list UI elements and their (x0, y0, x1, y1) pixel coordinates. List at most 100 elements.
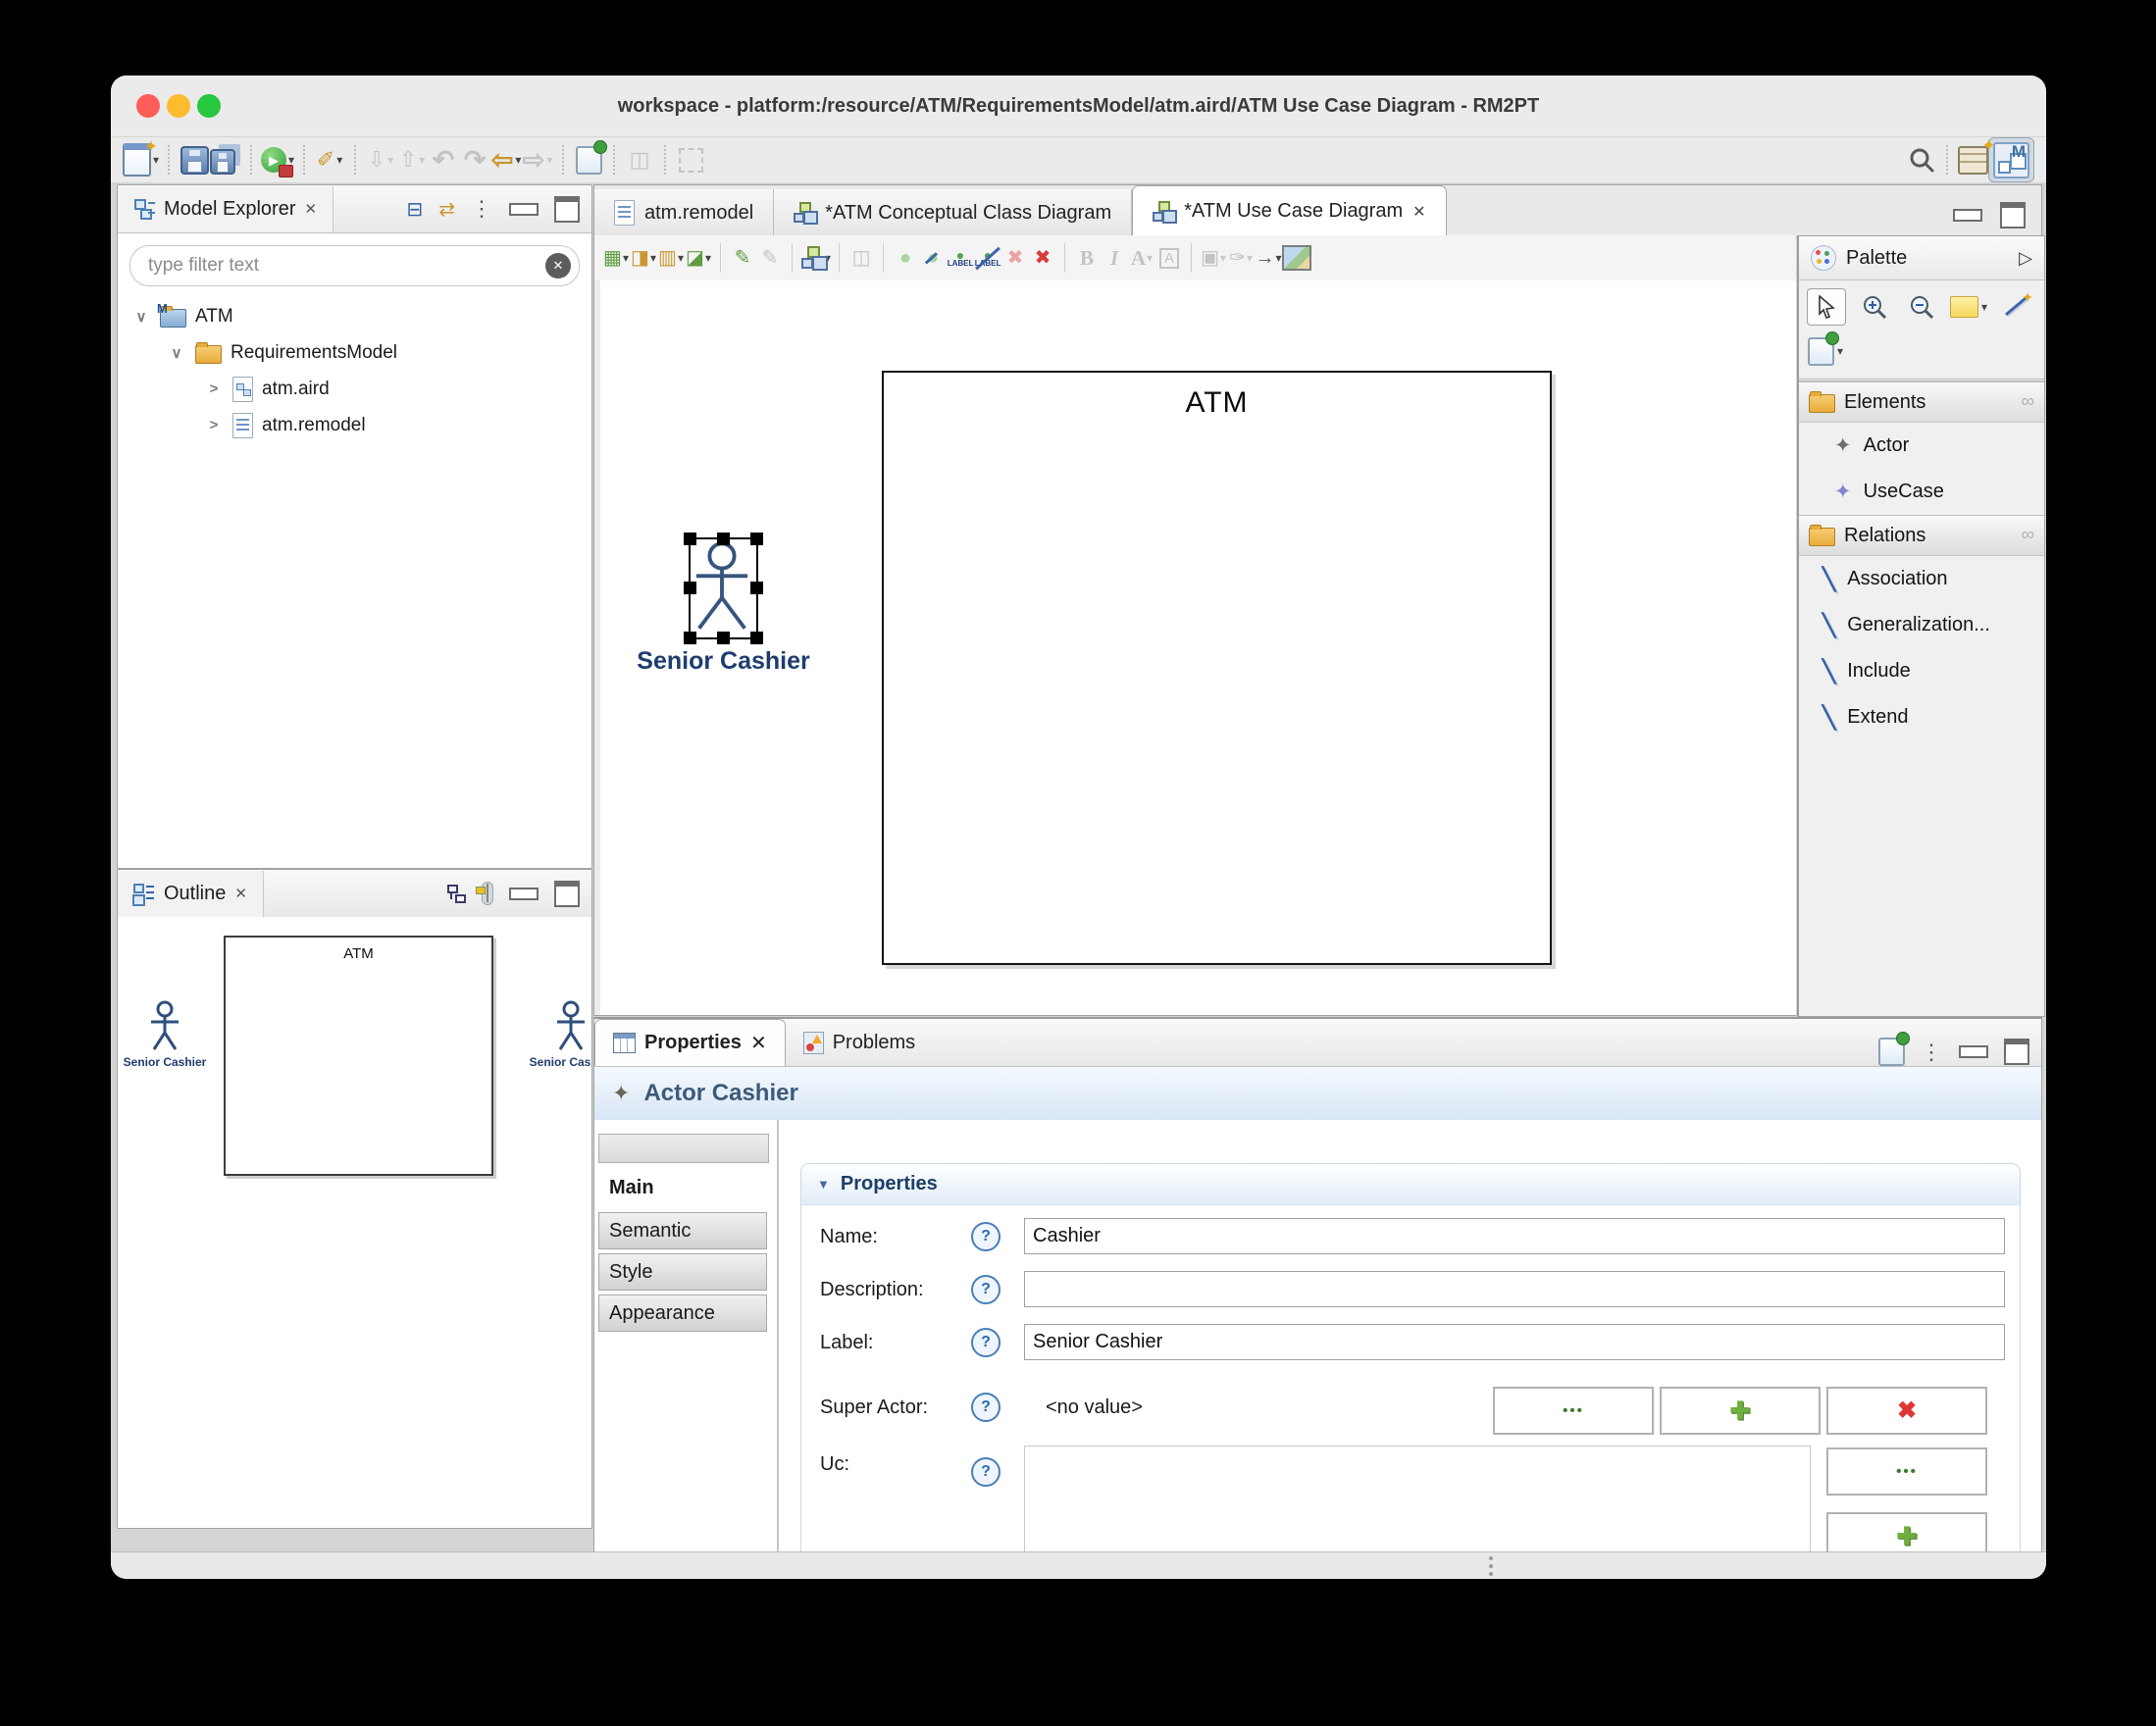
delete-from-model-button[interactable]: ✖ (1029, 239, 1056, 277)
maximize-view-icon[interactable] (2004, 1039, 2029, 1065)
help-icon[interactable]: ? (971, 1222, 1001, 1251)
selection-handle[interactable] (717, 533, 730, 545)
selection-handle[interactable] (750, 533, 763, 545)
distribute-button[interactable]: ▥ ▾ (657, 239, 685, 277)
pin-view-icon[interactable] (1878, 1032, 1910, 1066)
side-tab-appearance[interactable]: Appearance (598, 1294, 767, 1332)
zoom-in-tool[interactable] (1856, 289, 1893, 325)
properties-section-header[interactable]: ▼ Properties (801, 1164, 2020, 1205)
palette-item-usecase[interactable]: ✦ UseCase (1799, 469, 2044, 515)
drawer-elements[interactable]: Elements ∞ (1799, 381, 2044, 423)
help-icon[interactable]: ? (971, 1457, 1001, 1487)
minimize-view-icon[interactable] (509, 202, 539, 216)
tree-item-aird[interactable]: > atm.aird (118, 371, 591, 407)
open-perspective-button[interactable]: ✦ (1957, 136, 1996, 179)
system-boundary-atm[interactable]: ATM (882, 371, 1552, 965)
actor-senior-cashier[interactable]: Senior Cashier (637, 533, 810, 675)
collapse-triangle-icon[interactable]: ▼ (817, 1177, 830, 1192)
search-button[interactable] (1906, 140, 1937, 179)
tab-outline[interactable]: Outline ✕ (118, 870, 264, 917)
selection-handle[interactable] (684, 582, 696, 594)
drawer-pin-icon[interactable]: ∞ (2021, 525, 2034, 546)
diagram-canvas[interactable]: ATM Senior Cashier (594, 280, 1796, 1015)
palette-item-include[interactable]: ╲ Include (1799, 648, 2044, 694)
side-tab-style[interactable]: Style (598, 1253, 767, 1291)
selection-handle[interactable] (684, 533, 696, 545)
description-field[interactable] (1024, 1271, 2005, 1307)
tree-item-remodel[interactable]: > atm.remodel (118, 407, 591, 443)
filter-input[interactable] (146, 254, 545, 278)
close-view-icon[interactable]: ✕ (305, 200, 318, 218)
side-tab-main[interactable]: Main (598, 1169, 767, 1206)
super-actor-add-button[interactable]: ✚ (1660, 1387, 1821, 1435)
minimize-editor-icon[interactable] (1953, 209, 1982, 222)
super-actor-remove-button[interactable]: ✖ (1826, 1387, 1987, 1435)
minimize-window-button[interactable] (167, 94, 190, 118)
close-window-button[interactable] (136, 94, 160, 118)
select-tool[interactable] (1807, 288, 1846, 326)
tree-item-project[interactable]: ∨ M ATM (118, 298, 591, 334)
sketch-marker-button[interactable]: ✐ ▾ (314, 140, 345, 179)
modeling-perspective-button[interactable]: M (1988, 137, 2034, 182)
line-style-button[interactable]: → ▾ (1255, 239, 1282, 277)
label-field[interactable] (1024, 1324, 2005, 1360)
chevron-right-icon[interactable]: > (204, 381, 224, 397)
selection-handle[interactable] (750, 582, 763, 594)
help-icon[interactable]: ? (971, 1393, 1001, 1422)
help-icon[interactable]: ? (971, 1275, 1001, 1304)
tab-problems[interactable]: Problems (786, 1020, 933, 1066)
palette-item-association[interactable]: ╲ Association (1799, 556, 2044, 602)
tab-atm-remodel[interactable]: atm.remodel (594, 189, 775, 236)
uc-list[interactable] (1024, 1446, 1811, 1556)
view-menu-icon[interactable]: ⋮ (1921, 1040, 1943, 1065)
arrange-all-button[interactable]: ▦ ▾ (602, 239, 630, 277)
name-field[interactable] (1024, 1218, 2005, 1254)
hide-label-button[interactable]: ●LABEL (974, 239, 1001, 277)
palette-item-generalization[interactable]: ╲ Generalization... (1799, 602, 2044, 648)
link-with-editor-icon[interactable]: ⇄ (438, 197, 455, 222)
tab-conceptual-class-diagram[interactable]: *ATM Conceptual Class Diagram (774, 189, 1133, 236)
drawer-relations[interactable]: Relations ∞ (1799, 515, 2044, 556)
run-button[interactable]: ▶ ▾ (261, 140, 294, 179)
drawer-pin-icon[interactable]: ∞ (2021, 391, 2034, 413)
layers-button[interactable]: ▾ (800, 239, 831, 277)
note-attachment-tool[interactable]: ✦ (1997, 289, 2034, 325)
outline-overview-mode-button[interactable] (482, 882, 493, 905)
chevron-down-icon[interactable]: ∨ (167, 344, 186, 362)
actor-label[interactable]: Senior Cashier (637, 647, 809, 676)
palette-flyout-icon[interactable]: ▷ (2019, 248, 2032, 269)
view-menu-icon[interactable]: ⋮ (471, 196, 493, 222)
outline-tree-mode-icon[interactable] (446, 884, 466, 903)
maximize-view-icon[interactable] (554, 880, 580, 907)
selection-handle[interactable] (684, 632, 696, 644)
help-icon[interactable]: ? (971, 1328, 1001, 1357)
save-all-button[interactable] (210, 140, 241, 179)
palette-item-actor[interactable]: ✦ Actor (1799, 423, 2044, 469)
zoom-out-tool[interactable] (1903, 289, 1940, 325)
straighten-button[interactable]: ◪ ▾ (685, 239, 712, 277)
pin-note-tool[interactable]: ▾ (1807, 330, 1844, 369)
super-actor-browse-button[interactable]: ••• (1493, 1387, 1654, 1435)
show-element-button[interactable]: ● (892, 239, 919, 277)
selection-handle[interactable] (750, 632, 763, 644)
tab-use-case-diagram[interactable]: *ATM Use Case Diagram ✕ (1132, 185, 1447, 236)
collapse-all-icon[interactable]: ⊟ (406, 197, 423, 222)
background-image-button[interactable] (1282, 239, 1312, 277)
minimize-view-icon[interactable] (1959, 1045, 1988, 1058)
pin-editor-button[interactable] (573, 139, 607, 179)
close-view-icon[interactable]: ✕ (234, 885, 247, 902)
save-button[interactable] (179, 140, 210, 179)
close-tab-icon[interactable]: ✕ (1412, 202, 1425, 222)
palette-item-extend[interactable]: ╲ Extend (1799, 694, 2044, 740)
minimize-view-icon[interactable] (509, 887, 539, 900)
side-tab-semantic[interactable]: Semantic (598, 1212, 767, 1249)
edit-mode-button[interactable]: ✎ (729, 239, 756, 277)
maximize-editor-icon[interactable] (2000, 202, 2026, 228)
maximize-view-icon[interactable] (554, 195, 580, 223)
note-tool[interactable]: ▾ (1950, 289, 1987, 325)
tree-item-folder[interactable]: ∨ RequirementsModel (118, 334, 591, 371)
delete-from-diagram-button[interactable]: ✖ (1001, 239, 1029, 277)
tab-model-explorer[interactable]: Model Explorer ✕ (118, 185, 334, 232)
chevron-right-icon[interactable]: > (204, 417, 224, 433)
zoom-window-button[interactable] (197, 94, 221, 118)
